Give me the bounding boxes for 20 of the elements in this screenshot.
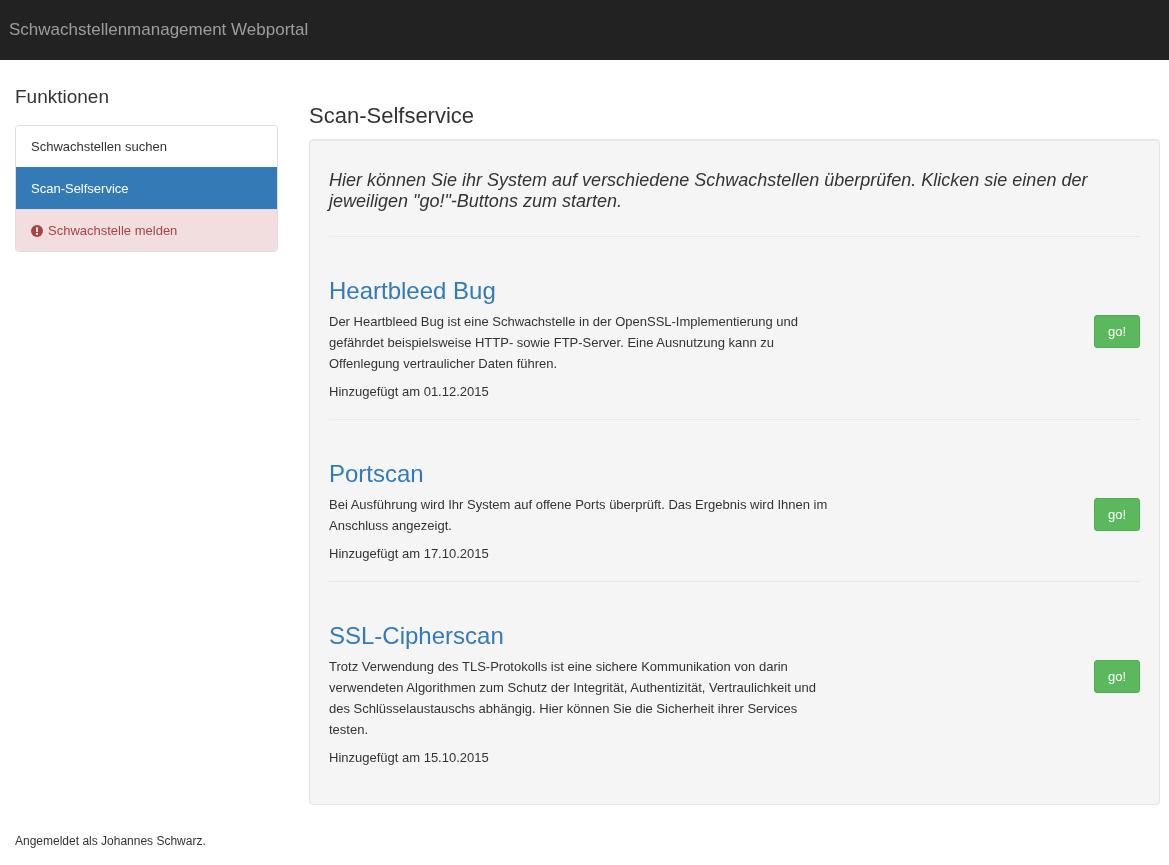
sidebar-item[interactable]: Schwachstelle melden [16,209,277,251]
added-date: Hinzugefügt am 17.10.2015 [329,545,490,563]
login-status: Angemeldet als Johannes Schwarz. [15,834,207,848]
go-button[interactable]: go! [1094,660,1140,693]
brand-link[interactable]: Schwachstellenmanagement Webportal [9,20,309,40]
scan-description: Bei Ausführung wird Ihr System auf offene Ports überprüft. Das Ergebnis wird Ihnen im Anschluss angezeigt. [329,496,829,535]
intro-text: Hier können Sie ihr System auf verschiedene Schwachstellen überprüfen. Klicken sie einen der jeweiligen "go!"-Buttons zum starten. [329,170,1089,212]
exclamation-icon [31,224,43,237]
scan-title: Heartbleed Bug [329,277,497,305]
sidebar-title: Funktionen [15,86,110,108]
scan-description: Der Heartbleed Bug ist eine Schwachstelle in der OpenSSL-Implementierung und gefährdet beispielsweise HTTP- sowie FTP-Server. Eine Ausnutzung kann zu Offenlegung vertraulicher Daten führen. [329,313,799,373]
page-title: Scan-Selfservice [309,103,476,129]
scan-title: Portscan [329,460,425,488]
go-button[interactable]: go! [1094,498,1140,531]
scan-title: SSL-Cipherscan [329,622,505,650]
added-date: Hinzugefügt am 15.10.2015 [329,749,490,767]
scan-description: Trotz Verwendung des TLS-Protokolls ist eine sichere Kommunikation von darin verwendeten Algorithmen zum Schutz der Integrität, Authentizität, Vertraulichkeit und des Schlüsselaustauschs abhängig. Hier können Sie die Sicherheit ihrer Services testen. [329,658,818,739]
added-date: Hinzugefügt am 01.12.2015 [329,383,490,401]
go-button[interactable]: go! [1094,315,1140,348]
sidebar-item[interactable]: Scan-Selfservice [16,167,277,209]
